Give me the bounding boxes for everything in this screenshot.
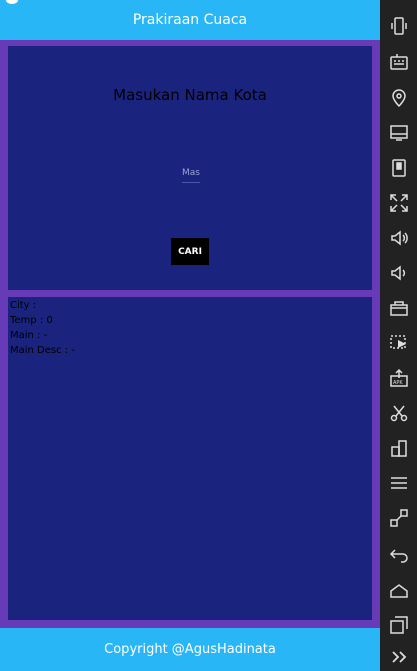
status-indicator <box>6 0 18 4</box>
result-main-desc: Main Desc : - <box>10 345 75 356</box>
footer: Copyright @AgusHadinata <box>0 628 380 671</box>
search-panel: Masukan Nama Kota CARI <box>8 46 372 290</box>
cut-icon[interactable] <box>389 403 409 423</box>
volume-down-icon[interactable] <box>389 263 409 283</box>
volume-up-icon[interactable] <box>389 228 409 248</box>
home-icon[interactable] <box>389 580 409 600</box>
app-window: Prakiraan Cuaca Masukan Nama Kota CARI C… <box>0 0 380 671</box>
camera-icon[interactable] <box>389 298 409 318</box>
sd-card-icon[interactable] <box>389 158 409 178</box>
screen-icon[interactable] <box>389 123 409 143</box>
rotate-device-icon[interactable] <box>389 16 409 36</box>
resize-icon[interactable] <box>389 508 409 528</box>
keyboard-icon[interactable] <box>389 52 409 72</box>
result-temp: Temp : 0 <box>10 315 53 326</box>
screen-record-icon[interactable] <box>389 333 409 353</box>
result-main: Main : - <box>10 330 48 341</box>
app-title: Prakiraan Cuaca <box>132 12 248 28</box>
city-input[interactable] <box>182 164 200 183</box>
app-bar: Prakiraan Cuaca <box>0 0 380 40</box>
result-city: City : <box>10 300 37 311</box>
footer-copyright: Copyright @AgusHadinata <box>104 642 276 657</box>
menu-icon[interactable] <box>389 473 409 493</box>
svg-text:APK: APK <box>393 380 403 386</box>
expand-more-icon[interactable] <box>389 647 409 667</box>
fullscreen-icon[interactable] <box>389 193 409 213</box>
result-panel: City : Temp : 0 Main : - Main Desc : - <box>8 297 372 620</box>
emulator-toolbar: APK <box>380 0 417 671</box>
recent-apps-icon[interactable] <box>389 615 409 635</box>
search-button[interactable]: CARI <box>171 238 209 265</box>
multi-window-icon[interactable] <box>389 438 409 458</box>
search-heading: Masukan Nama Kota <box>113 86 267 104</box>
location-icon[interactable] <box>389 88 409 108</box>
apk-install-icon[interactable]: APK <box>389 368 409 388</box>
back-icon[interactable] <box>389 544 409 564</box>
